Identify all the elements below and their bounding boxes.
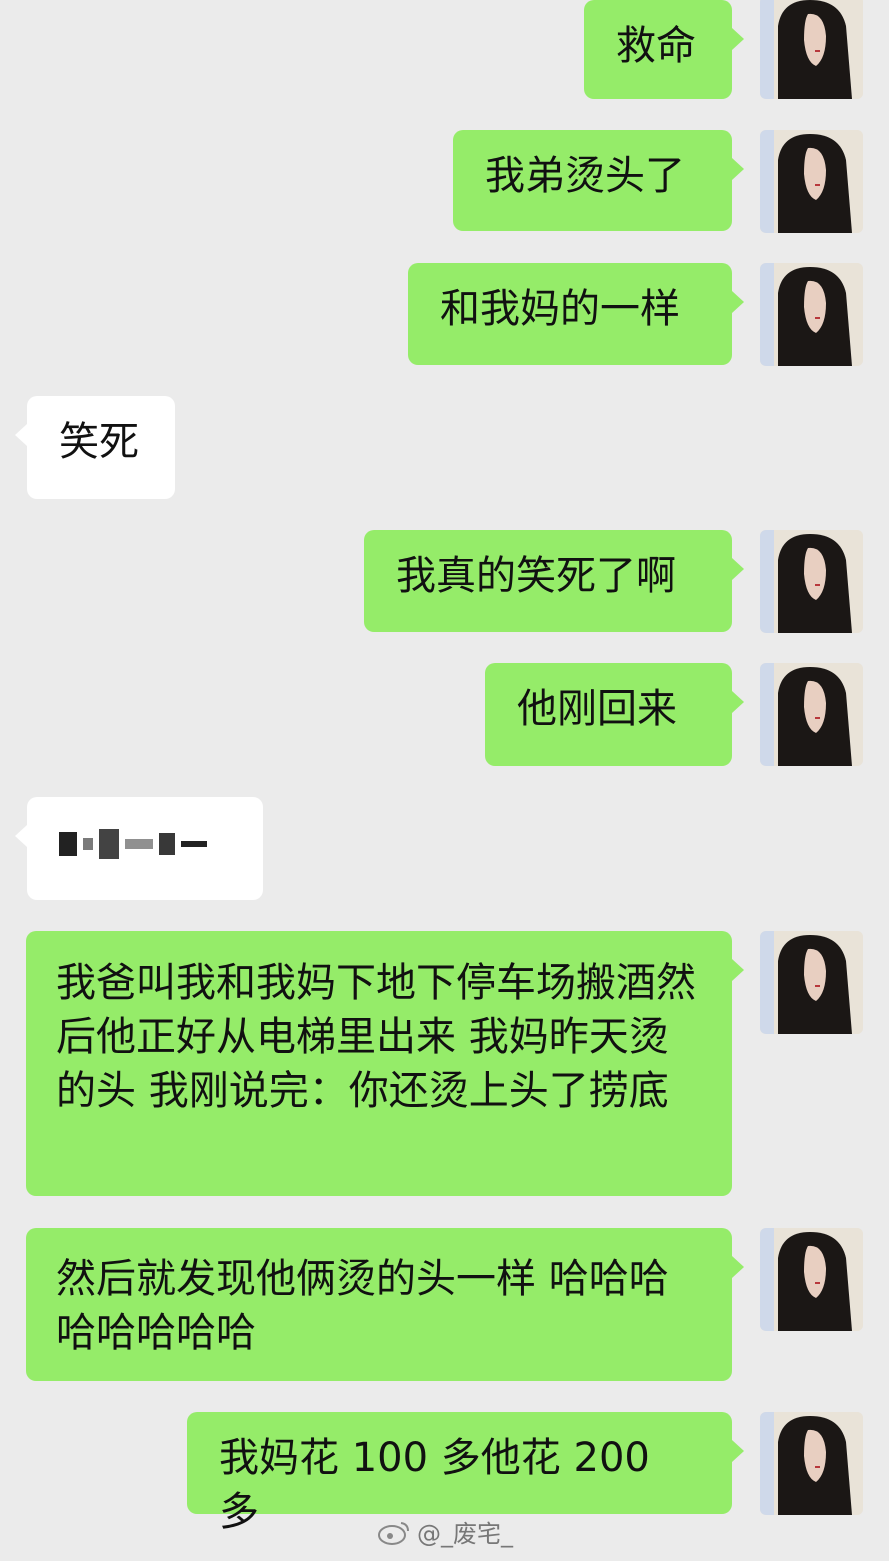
- avatar-portrait-image: [760, 931, 863, 1034]
- avatar-portrait-image: [760, 663, 863, 766]
- outgoing-message-bubble[interactable]: 和我妈的一样: [408, 263, 744, 365]
- user-avatar[interactable]: [760, 263, 863, 366]
- user-avatar[interactable]: [760, 130, 863, 233]
- incoming-message-bubble-redacted[interactable]: [15, 797, 263, 900]
- avatar-portrait-image: [760, 263, 863, 366]
- message-row: 笑死: [0, 396, 889, 500]
- avatar-portrait-image: [760, 130, 863, 233]
- user-avatar[interactable]: [760, 0, 863, 99]
- user-avatar[interactable]: [760, 1228, 863, 1331]
- message-row: 他刚回来: [0, 663, 889, 767]
- avatar-portrait-image: [760, 0, 863, 99]
- watermark-handle: @_废宅_: [417, 1520, 513, 1548]
- message-row: 我弟烫头了: [0, 130, 889, 234]
- message-row: 我爸叫我和我妈下地下停车场搬酒然后他正好从电梯里出来 我妈昨天烫的头 我刚说完：…: [0, 931, 889, 1197]
- outgoing-message-bubble[interactable]: 我爸叫我和我妈下地下停车场搬酒然后他正好从电梯里出来 我妈昨天烫的头 我刚说完：…: [26, 931, 744, 1196]
- outgoing-message-bubble[interactable]: 我弟烫头了: [453, 130, 744, 231]
- message-row: [0, 797, 889, 901]
- outgoing-message-bubble[interactable]: 他刚回来: [485, 663, 744, 766]
- outgoing-message-bubble[interactable]: 我真的笑死了啊: [364, 530, 744, 632]
- user-avatar[interactable]: [760, 1412, 863, 1515]
- weibo-watermark: @_废宅_: [377, 1514, 513, 1549]
- avatar-portrait-image: [760, 530, 863, 633]
- user-avatar[interactable]: [760, 530, 863, 633]
- weibo-icon: [378, 1521, 409, 1545]
- message-row: 我真的笑死了啊: [0, 530, 889, 634]
- message-row: 然后就发现他俩烫的头一样 哈哈哈哈哈哈哈哈: [0, 1228, 889, 1382]
- avatar-portrait-image: [760, 1412, 863, 1515]
- user-avatar[interactable]: [760, 663, 863, 766]
- pixelated-redaction: [59, 817, 207, 871]
- user-avatar[interactable]: [760, 931, 863, 1034]
- message-row: 我妈花 100 多他花 200 多: [0, 1412, 889, 1535]
- message-row: 和我妈的一样: [0, 263, 889, 367]
- outgoing-message-bubble[interactable]: 救命: [584, 0, 744, 99]
- outgoing-message-bubble[interactable]: 我妈花 100 多他花 200 多: [187, 1412, 744, 1535]
- avatar-portrait-image: [760, 1228, 863, 1331]
- outgoing-message-bubble[interactable]: 然后就发现他俩烫的头一样 哈哈哈哈哈哈哈哈: [26, 1228, 744, 1381]
- incoming-message-bubble[interactable]: 笑死: [15, 396, 175, 499]
- message-row: 救命: [0, 0, 889, 104]
